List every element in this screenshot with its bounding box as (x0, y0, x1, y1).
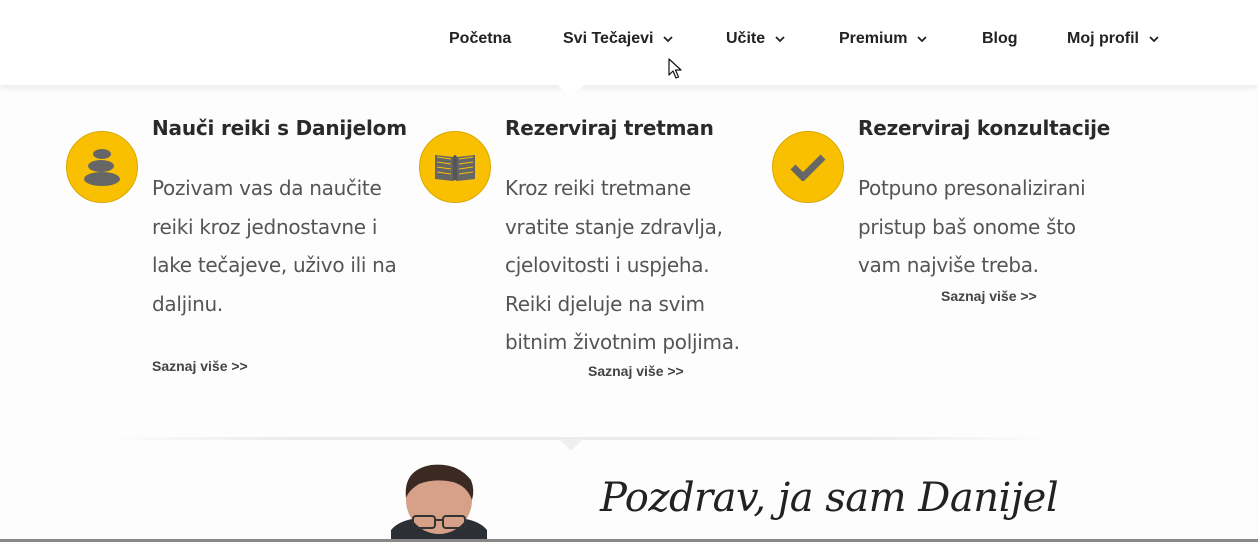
learn-more-link[interactable]: Saznaj više >> (941, 288, 1037, 304)
learn-more-link[interactable]: Saznaj više >> (152, 358, 248, 374)
description-line: vam najviše treba. (858, 253, 1039, 277)
nav-item-premium[interactable]: Premium (839, 29, 928, 49)
page: Početna Svi Tečajevi Učite Premium Blog … (0, 0, 1258, 542)
nav-item-ucite[interactable]: Učite (726, 29, 786, 49)
description-line: Reiki djeluje na svim (505, 291, 705, 316)
description-line: bitnim životnim poljima. (505, 330, 740, 354)
description-line: reiki kroz jednostavne i (152, 214, 378, 239)
feature-title: Rezerviraj tretman (505, 116, 714, 140)
nav-item-blog[interactable]: Blog (982, 29, 1018, 49)
nav-label: Premium (839, 30, 908, 47)
check-icon (772, 131, 844, 203)
feature-description: Kroz reiki tretmane vratite stanje zdrav… (505, 169, 765, 362)
nav-label: Svi Tečajevi (563, 30, 654, 47)
chevron-down-icon (1149, 36, 1159, 43)
chevron-down-icon (775, 36, 785, 43)
nav-item-pocetna[interactable]: Početna (449, 29, 511, 49)
nav-item-svi-tecajevi[interactable]: Svi Tečajevi (563, 29, 674, 49)
feature-description: Pozivam vas da naučite reiki kroz jednos… (152, 169, 412, 323)
book-icon (419, 131, 491, 203)
description-line: Potpuno presonalizirani (858, 176, 1086, 200)
feature-description: Potpuno presonalizirani pristup baš onom… (858, 169, 1118, 285)
feature-title: Nauči reiki s Danijelom (152, 116, 407, 140)
description-line: daljinu. (152, 291, 223, 316)
description-line: Pozivam vas da naučite (152, 176, 382, 200)
nav-label: Blog (982, 30, 1018, 47)
nav-label: Početna (449, 30, 512, 47)
description-line: cjelovitosti i uspjeha. (505, 253, 710, 277)
description-line: Kroz reiki tretmane (505, 176, 691, 200)
description-line: pristup baš onome što (858, 214, 1076, 239)
mouse-cursor-icon (668, 58, 682, 79)
divider-notch (559, 439, 583, 451)
avatar (391, 464, 487, 542)
feature-title: Rezerviraj konzultacije (858, 116, 1111, 140)
learn-more-link[interactable]: Saznaj više >> (588, 363, 684, 379)
description-line: lake tečajeve, uživo ili na (152, 253, 397, 277)
chevron-down-icon (663, 36, 674, 43)
header-notch (558, 85, 584, 98)
nav-item-moj-profil[interactable]: Moj profil (1067, 29, 1160, 49)
greeting-heading: Pozdrav, ja sam Danijel (600, 475, 1059, 521)
site-header: Početna Svi Tečajevi Učite Premium Blog … (0, 0, 1258, 85)
nav-label: Moj profil (1067, 30, 1139, 47)
description-line: vratite stanje zdravlja, (505, 214, 723, 239)
nav-label: Učite (726, 30, 766, 47)
stones-icon (66, 131, 138, 203)
chevron-down-icon (917, 36, 928, 43)
